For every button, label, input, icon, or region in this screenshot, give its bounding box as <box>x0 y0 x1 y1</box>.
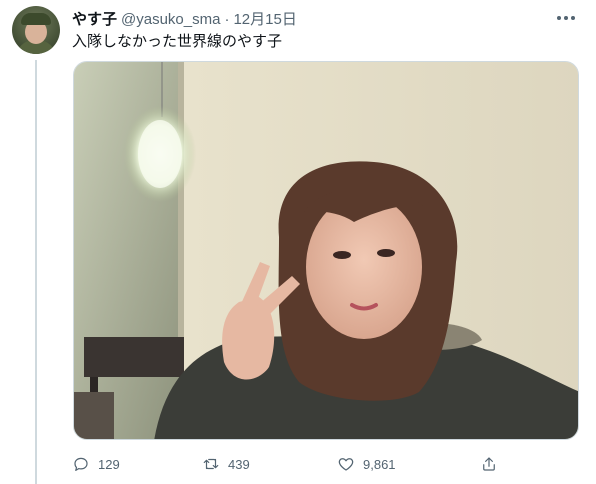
photo-scene <box>74 62 578 439</box>
more-dots-icon[interactable] <box>554 8 578 28</box>
user-handle[interactable]: @yasuko_sma <box>121 11 220 28</box>
avatar[interactable] <box>12 6 60 54</box>
tweet-header: やす子 @yasuko_sma · 12月15日 <box>72 8 297 28</box>
avatar-cap <box>21 13 51 25</box>
tweet-photo[interactable] <box>73 61 579 440</box>
separator-dot: · <box>224 11 230 28</box>
tweet-text: 入隊しなかった世界線のやす子 <box>72 33 283 50</box>
more-dot <box>564 16 568 20</box>
reply-count: 129 <box>98 456 120 472</box>
tweet[interactable]: やす子 @yasuko_sma · 12月15日 入隊しなかった世界線のやす子 <box>0 0 596 484</box>
retweet-icon <box>203 458 219 470</box>
reply-button[interactable]: 129 <box>72 452 120 476</box>
comment-icon <box>74 457 88 471</box>
like-count: 9,861 <box>363 456 396 472</box>
display-name[interactable]: やす子 <box>72 8 117 29</box>
tweet-actions: 129 439 9,861 <box>72 452 512 476</box>
more-dot <box>557 16 561 20</box>
more-dot <box>571 16 575 20</box>
retweet-count: 439 <box>228 456 250 472</box>
like-button[interactable]: 9,861 <box>337 452 396 476</box>
heart-icon <box>338 458 354 471</box>
share-icon <box>483 457 495 471</box>
share-button[interactable] <box>480 452 498 476</box>
thread-line <box>35 60 37 484</box>
retweet-button[interactable]: 439 <box>202 452 250 476</box>
tweet-date[interactable]: 12月15日 <box>233 8 296 29</box>
